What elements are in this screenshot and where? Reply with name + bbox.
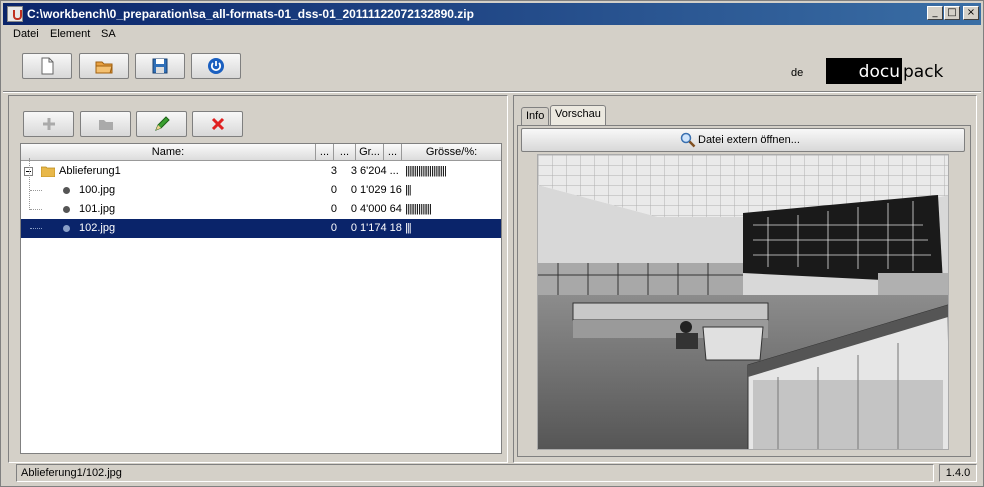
- open-externally-label: Datei extern öffnen...: [698, 134, 800, 146]
- minimize-icon: _: [932, 7, 938, 18]
- tab-vorschau[interactable]: Vorschau: [550, 105, 606, 126]
- row-count-1: 3: [330, 165, 337, 177]
- row-size-bars: ||||||||||||||||||||||: [405, 165, 447, 177]
- column-header-size[interactable]: Gr...: [356, 144, 384, 161]
- table-header: Name: ... ... Gr... ... Grösse/%:: [21, 144, 501, 161]
- column-header-2[interactable]: ...: [334, 144, 356, 161]
- logo-dark-part: docu: [826, 58, 902, 84]
- open-folder-button[interactable]: [79, 53, 129, 79]
- open-externally-button[interactable]: Datei extern öffnen...: [521, 128, 965, 152]
- file-tree-table[interactable]: Name: ... ... Gr... ... Grösse/%: Ablief…: [20, 143, 502, 454]
- row-name: 102.jpg: [79, 222, 116, 234]
- power-button[interactable]: [191, 53, 241, 79]
- row-count-2: 0: [350, 222, 357, 234]
- file-icon: [63, 206, 70, 213]
- save-button[interactable]: [135, 53, 185, 79]
- row-size-bars: |||: [405, 222, 412, 234]
- window-title: C:\workbench\0_preparation\sa_all-format…: [27, 7, 474, 21]
- add-button[interactable]: [23, 111, 74, 137]
- menu-sa[interactable]: SA: [101, 28, 116, 40]
- application-window: C:\workbench\0_preparation\sa_all-format…: [0, 0, 984, 487]
- java-app-icon: [7, 6, 23, 22]
- row-count-2: 0: [350, 203, 357, 215]
- close-button[interactable]: ×: [963, 6, 979, 20]
- floppy-disk-icon: [152, 58, 168, 74]
- maximize-button[interactable]: □: [944, 6, 960, 20]
- row-count-2: 0: [350, 184, 357, 196]
- menu-element[interactable]: Element: [50, 28, 90, 40]
- row-name: Ablieferung1: [59, 165, 121, 177]
- power-icon: [208, 58, 224, 74]
- magnifier-icon: [680, 132, 696, 148]
- column-header-1[interactable]: ...: [316, 144, 334, 161]
- table-row[interactable]: 101.jpg 0 0 4'000 64 ||||||||||||||: [21, 200, 501, 219]
- row-size: 6'204 ...: [360, 165, 399, 177]
- edit-button[interactable]: [136, 111, 187, 137]
- menu-datei[interactable]: Datei: [13, 28, 39, 40]
- tab-info[interactable]: Info: [521, 107, 550, 126]
- row-size: 1'029 16: [360, 184, 402, 196]
- control-room-photo: [538, 155, 948, 449]
- tree-line: [30, 190, 42, 191]
- table-row[interactable]: Ablieferung1 3 3 6'204 ... |||||||||||||…: [21, 162, 501, 181]
- menu-bar: Datei Element SA: [3, 26, 981, 44]
- table-row-selected[interactable]: 102.jpg 0 0 1'174 18 |||: [21, 219, 501, 238]
- minimize-button[interactable]: _: [927, 6, 943, 20]
- add-folder-button[interactable]: [80, 111, 131, 137]
- new-document-button[interactable]: [22, 53, 72, 79]
- tree-line: [30, 228, 42, 229]
- column-header-name[interactable]: Name:: [21, 144, 316, 161]
- close-icon: ×: [966, 7, 976, 18]
- row-size-bars: |||: [405, 184, 412, 196]
- plus-icon: [42, 118, 55, 130]
- version-label: 1.4.0: [939, 464, 977, 482]
- file-icon: [63, 187, 70, 194]
- folder-icon: [98, 120, 113, 130]
- logo-light-part: pack: [903, 62, 944, 82]
- tree-line: [30, 209, 42, 210]
- delete-button[interactable]: [192, 111, 243, 137]
- red-x-icon: [211, 117, 224, 131]
- column-header-4[interactable]: ...: [384, 144, 402, 161]
- row-count-1: 0: [330, 203, 337, 215]
- status-bar-path: Ablieferung1/102.jpg: [16, 464, 934, 482]
- column-header-size-percent[interactable]: Grösse/%:: [402, 144, 501, 161]
- maximize-icon: □: [947, 7, 957, 18]
- language-indicator[interactable]: de: [791, 67, 803, 79]
- new-document-icon: [41, 57, 54, 75]
- file-icon: [63, 225, 70, 232]
- row-size-bars: ||||||||||||||: [405, 203, 432, 215]
- row-count-1: 0: [330, 184, 337, 196]
- folder-icon: [41, 166, 55, 177]
- row-count-1: 0: [330, 222, 337, 234]
- table-row[interactable]: 100.jpg 0 0 1'029 16 |||: [21, 181, 501, 200]
- row-size: 1'174 18: [360, 222, 402, 234]
- title-bar[interactable]: C:\workbench\0_preparation\sa_all-format…: [3, 3, 981, 25]
- docupack-logo: docu pack: [826, 58, 946, 84]
- row-name: 100.jpg: [79, 184, 116, 196]
- pencil-icon: [154, 116, 170, 131]
- image-preview: [537, 154, 949, 450]
- toolbar-divider: [3, 91, 981, 93]
- row-name: 101.jpg: [79, 203, 116, 215]
- row-size: 4'000 64: [360, 203, 402, 215]
- row-count-2: 3: [350, 165, 357, 177]
- open-folder-icon: [95, 61, 113, 74]
